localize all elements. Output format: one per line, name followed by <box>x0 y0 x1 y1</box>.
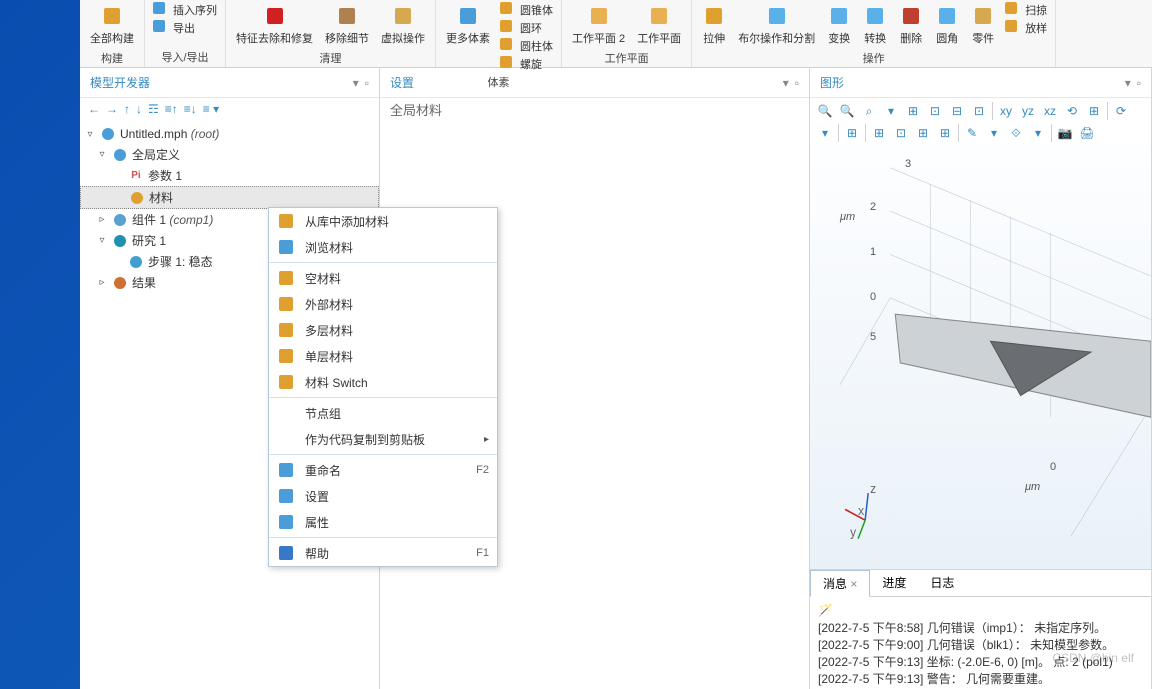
panel-dropdown-icon[interactable]: ▾ <box>353 76 359 90</box>
gfx-tool[interactable]: ⊡ <box>892 124 910 142</box>
ctx-节点组[interactable]: 节点组 <box>269 400 497 426</box>
ctx-单层材料[interactable]: 单层材料 <box>269 343 497 369</box>
fwd-icon[interactable]: → <box>106 102 118 116</box>
ctx-空材料[interactable]: 空材料 <box>269 265 497 291</box>
model-toolbar: ← → ↑ ↓ ☶ ≡↑ ≡↓ ≡ ▾ <box>80 98 379 120</box>
gfx-tool[interactable]: ⊡ <box>926 102 944 120</box>
ctx-外部材料[interactable]: 外部材料 <box>269 291 497 317</box>
wand-icon: 🪄 <box>818 601 1143 619</box>
gfx-tool[interactable]: ⌕ <box>860 102 878 120</box>
graphics-title: 图形 <box>820 74 844 91</box>
ribbon-放样[interactable]: 放样 <box>1005 20 1047 36</box>
gfx-tool[interactable]: 🔍 <box>838 102 856 120</box>
collapse-icon[interactable]: ≡↑ <box>165 102 178 116</box>
svg-text:z: z <box>870 482 876 497</box>
gfx-tool[interactable]: ⊞ <box>936 124 954 142</box>
gfx-tool[interactable]: ⟲ <box>1063 102 1081 120</box>
gfx-tool[interactable]: ✎ <box>963 124 981 142</box>
ribbon-扫掠[interactable]: 扫掠 <box>1005 2 1047 18</box>
gfx-tool[interactable]: ⊟ <box>948 102 966 120</box>
ctx-设置[interactable]: 设置 <box>269 483 497 509</box>
ribbon-插入序列[interactable]: 插入序列 <box>153 2 217 18</box>
gfx-tool[interactable]: ▾ <box>1029 124 1047 142</box>
log-panel: 消息 ×进度日志 🪄 [2022-7-5 下午8:58] 几何错误（imp1）：… <box>810 569 1151 689</box>
gfx-tool[interactable]: ⊞ <box>843 124 861 142</box>
svg-text:x: x <box>858 503 865 518</box>
ctx-浏览材料[interactable]: 浏览材料 <box>269 234 497 260</box>
ctx-属性[interactable]: 属性 <box>269 509 497 535</box>
more-icon[interactable]: ≡ ▾ <box>203 102 219 116</box>
tree-材料[interactable]: 材料 <box>80 186 379 209</box>
ctx-作为代码复制到剪贴板[interactable]: 作为代码复制到剪贴板▸ <box>269 426 497 452</box>
ribbon-更多体素[interactable]: 更多体素 <box>444 2 492 48</box>
ribbon-工作平面 2[interactable]: 工作平面 2 <box>570 2 627 48</box>
down-icon[interactable]: ↓ <box>136 102 142 116</box>
svg-text:y: y <box>850 525 857 540</box>
gfx-tool[interactable]: ▾ <box>816 124 834 142</box>
ribbon-布尔操作和分割[interactable]: 布尔操作和分割 <box>736 2 817 48</box>
ribbon-全部构建[interactable]: 全部构建 <box>88 2 136 48</box>
gfx-tool[interactable]: xz <box>1041 102 1059 120</box>
ribbon-零件[interactable]: 零件 <box>969 2 997 48</box>
ribbon-虚拟操作[interactable]: 虚拟操作 <box>379 2 427 48</box>
panel-close-icon[interactable]: ▫ <box>1137 76 1141 90</box>
ctx-从库中添加材料[interactable]: 从库中添加材料 <box>269 208 497 234</box>
gfx-tool[interactable]: 📷 <box>1056 124 1074 142</box>
gfx-tool[interactable]: ▾ <box>882 102 900 120</box>
settings-title: 设置 <box>390 74 414 91</box>
settings-subtitle: 全局材料 <box>380 98 809 125</box>
ribbon-圆角[interactable]: 圆角 <box>933 2 961 48</box>
ribbon-圆环[interactable]: 圆环 <box>500 20 553 36</box>
gfx-tool[interactable]: 🔍 <box>816 102 834 120</box>
gfx-tool[interactable]: ⊡ <box>970 102 988 120</box>
gfx-tool[interactable]: yz <box>1019 102 1037 120</box>
ribbon-转换[interactable]: 转换 <box>861 2 889 48</box>
ribbon-圆锥体[interactable]: 圆锥体 <box>500 2 553 18</box>
context-menu: 从库中添加材料浏览材料空材料外部材料多层材料单层材料材料 Switch 节点组作为… <box>268 207 498 567</box>
log-tab-消息[interactable]: 消息 × <box>810 570 870 597</box>
ctx-帮助[interactable]: 帮助F1 <box>269 540 497 566</box>
log-tab-日志[interactable]: 日志 <box>918 570 966 596</box>
gfx-tool[interactable]: ⊞ <box>1085 102 1103 120</box>
gfx-tool[interactable]: ⊞ <box>904 102 922 120</box>
gfx-tool[interactable]: ▾ <box>985 124 1003 142</box>
gfx-tool[interactable]: ⟐ <box>1007 124 1025 142</box>
ribbon-圆柱体[interactable]: 圆柱体 <box>500 38 553 54</box>
ribbon-移除细节[interactable]: 移除细节 <box>323 2 371 48</box>
panel-dropdown-icon[interactable]: ▾ <box>1125 76 1131 90</box>
log-body[interactable]: 🪄 [2022-7-5 下午8:58] 几何错误（imp1）： 未指定序列。[2… <box>810 597 1151 689</box>
panel-close-icon[interactable]: ▫ <box>365 76 369 90</box>
ribbon-特征去除和修复[interactable]: 特征去除和修复 <box>234 2 315 48</box>
ribbon-拉伸[interactable]: 拉伸 <box>700 2 728 48</box>
graphics-canvas[interactable]: xyz 3 2 1 0 5 μm 0 μm <box>810 146 1151 569</box>
gfx-tool[interactable]: 🖨 <box>1078 124 1096 142</box>
tree-参数 1[interactable]: Pi参数 1 <box>80 165 379 186</box>
ribbon-导出[interactable]: 导出 <box>153 20 217 36</box>
tree-全局定义[interactable]: ▿全局定义 <box>80 144 379 165</box>
gfx-tool[interactable]: ⊞ <box>914 124 932 142</box>
up-icon[interactable]: ↑ <box>124 102 130 116</box>
ctx-多层材料[interactable]: 多层材料 <box>269 317 497 343</box>
graphics-panel: 图形 ▾▫ 🔍🔍⌕▾⊞⊡⊟⊡xyyzxz⟲⊞⟳▾⊞⊞⊡⊞⊞✎▾⟐▾📷🖨 <box>810 68 1152 689</box>
tree-Untitled.mph[interactable]: ▿Untitled.mph (root) <box>80 124 379 144</box>
expand-icon[interactable]: ≡↓ <box>184 102 197 116</box>
model-tree-title: 模型开发器 <box>90 74 150 91</box>
ctx-重命名[interactable]: 重命名F2 <box>269 457 497 483</box>
back-icon[interactable]: ← <box>88 102 100 116</box>
log-tab-进度[interactable]: 进度 <box>870 570 918 596</box>
gfx-tool[interactable]: ⟳ <box>1112 102 1130 120</box>
ctx-材料 Switch[interactable]: 材料 Switch <box>269 369 497 395</box>
gfx-tool[interactable]: ⊞ <box>870 124 888 142</box>
show-icon[interactable]: ☶ <box>148 102 159 116</box>
ribbon-工作平面[interactable]: 工作平面 <box>635 2 683 48</box>
panel-dropdown-icon[interactable]: ▾ <box>783 76 789 90</box>
ribbon-删除[interactable]: 删除 <box>897 2 925 48</box>
ribbon-变换[interactable]: 变换 <box>825 2 853 48</box>
panel-close-icon[interactable]: ▫ <box>795 76 799 90</box>
gfx-tool[interactable]: xy <box>997 102 1015 120</box>
